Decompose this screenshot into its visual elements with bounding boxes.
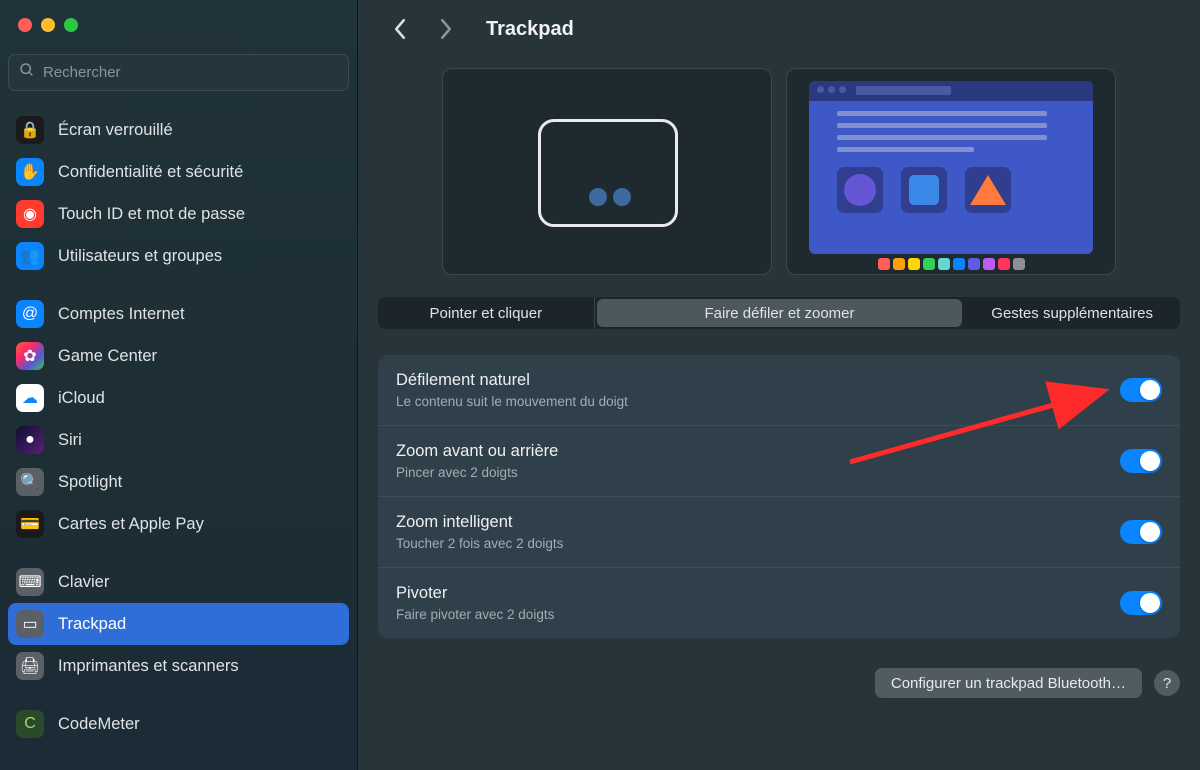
tab-pointer-et-cliquer[interactable]: Pointer et cliquer [378, 297, 595, 329]
sidebar-item-clavier[interactable]: ⌨ Clavier [8, 561, 349, 603]
setting-row-zoom-avant-ou-arri-re: Zoom avant ou arrière Pincer avec 2 doigt… [378, 426, 1180, 497]
sidebar-item-label: Imprimantes et scanners [58, 657, 239, 676]
trackpad-icon: ▭ [16, 610, 44, 638]
sidebar-item-touch-id-et-mot-de-passe[interactable]: ◉ Touch ID et mot de passe [8, 193, 349, 235]
spotlight-icon: 🔍 [16, 468, 44, 496]
hand-icon: ✋ [16, 158, 44, 186]
settings-tabs: Pointer et cliquerFaire défiler et zoome… [378, 297, 1180, 329]
sidebar-item-imprimantes-et-scanners[interactable]: 🖨 Imprimantes et scanners [8, 645, 349, 687]
internet-icon: @ [16, 300, 44, 328]
sidebar: 🔒 Écran verrouillé ✋ Confidentialité et séc… [0, 0, 358, 770]
sidebar-list: 🔒 Écran verrouillé ✋ Confidentialité et séc… [0, 109, 357, 770]
sidebar-item-label: CodeMeter [58, 715, 140, 734]
title-bar: Trackpad [378, 0, 1180, 58]
trackpad-outline-icon [538, 119, 678, 227]
configure-bluetooth-trackpad-button[interactable]: Configurer un trackpad Bluetooth… [875, 668, 1142, 698]
sidebar-item-label: Clavier [58, 573, 109, 592]
setting-title: Pivoter [396, 584, 1120, 603]
sidebar-item-label: Écran verrouillé [58, 121, 173, 140]
setting-subtitle: Faire pivoter avec 2 doigts [396, 607, 1120, 622]
sidebar-item-label: Touch ID et mot de passe [58, 205, 245, 224]
trackpad-preview [442, 68, 772, 275]
sidebar-item-label: Siri [58, 431, 82, 450]
sidebar-item-siri[interactable]: ● Siri [8, 419, 349, 461]
toggle-switch[interactable] [1120, 449, 1162, 473]
sidebar-item-trackpad[interactable]: ▭ Trackpad [8, 603, 349, 645]
sidebar-item-comptes-internet[interactable]: @ Comptes Internet [8, 293, 349, 335]
finger-dot-icon [613, 188, 631, 206]
search-input[interactable] [43, 64, 338, 81]
setting-row-zoom-intelligent: Zoom intelligent Toucher 2 fois avec 2 do… [378, 497, 1180, 568]
window-controls [0, 18, 357, 32]
setting-subtitle: Toucher 2 fois avec 2 doigts [396, 536, 1120, 551]
toggle-switch[interactable] [1120, 591, 1162, 615]
tab-gestes-suppl-mentaires[interactable]: Gestes supplémentaires [964, 297, 1180, 329]
search-icon [19, 62, 35, 83]
forward-button[interactable] [432, 13, 460, 45]
gesture-previews [378, 68, 1180, 275]
codemeter-icon: C [16, 710, 44, 738]
printer-icon: 🖨 [16, 652, 44, 680]
minimize-window-button[interactable] [41, 18, 55, 32]
sidebar-item-label: Utilisateurs et groupes [58, 247, 222, 266]
sidebar-item--cran-verrouill-[interactable]: 🔒 Écran verrouillé [8, 109, 349, 151]
sidebar-item-icloud[interactable]: ☁ iCloud [8, 377, 349, 419]
lock-icon: 🔒 [16, 116, 44, 144]
touch-icon: ◉ [16, 200, 44, 228]
sidebar-item-label: Comptes Internet [58, 305, 185, 324]
setting-title: Zoom avant ou arrière [396, 442, 1120, 461]
setting-title: Zoom intelligent [396, 513, 1120, 532]
search-field[interactable] [8, 54, 349, 91]
setting-subtitle: Le contenu suit le mouvement du doigt [396, 394, 1120, 409]
sidebar-item-codemeter[interactable]: C CodeMeter [8, 703, 349, 745]
sidebar-item-game-center[interactable]: ✿ Game Center [8, 335, 349, 377]
sidebar-item-label: Trackpad [58, 615, 126, 634]
close-window-button[interactable] [18, 18, 32, 32]
sample-window-icon [809, 81, 1093, 254]
sidebar-item-label: Spotlight [58, 473, 122, 492]
setting-title: Défilement naturel [396, 371, 1120, 390]
setting-row-d-filement-naturel: Défilement naturel Le contenu suit le mou… [378, 355, 1180, 426]
back-button[interactable] [386, 13, 414, 45]
setting-row-pivoter: Pivoter Faire pivoter avec 2 doigts [378, 568, 1180, 638]
sidebar-item-cartes-et-apple-pay[interactable]: 💳 Cartes et Apple Pay [8, 503, 349, 545]
page-title: Trackpad [486, 18, 574, 41]
finger-dot-icon [589, 188, 607, 206]
toggle-switch[interactable] [1120, 378, 1162, 402]
sidebar-item-label: Cartes et Apple Pay [58, 515, 204, 534]
main-pane: Trackpad [358, 0, 1200, 770]
icloud-icon: ☁ [16, 384, 44, 412]
wallet-icon: 💳 [16, 510, 44, 538]
keyboard-icon: ⌨ [16, 568, 44, 596]
help-button[interactable]: ? [1154, 670, 1180, 696]
toggle-switch[interactable] [1120, 520, 1162, 544]
sidebar-item-spotlight[interactable]: 🔍 Spotlight [8, 461, 349, 503]
sample-dock-icon [787, 258, 1115, 270]
sidebar-item-label: Confidentialité et sécurité [58, 163, 243, 182]
setting-subtitle: Pincer avec 2 doigts [396, 465, 1120, 480]
zoom-window-button[interactable] [64, 18, 78, 32]
gamecenter-icon: ✿ [16, 342, 44, 370]
siri-icon: ● [16, 426, 44, 454]
users-icon: 👥 [16, 242, 44, 270]
sidebar-item-confidentialit-et-s-curit-[interactable]: ✋ Confidentialité et sécurité [8, 151, 349, 193]
sidebar-item-utilisateurs-et-groupes[interactable]: 👥 Utilisateurs et groupes [8, 235, 349, 277]
sidebar-item-label: Game Center [58, 347, 157, 366]
footer: Configurer un trackpad Bluetooth… ? [378, 668, 1180, 698]
settings-list: Défilement naturel Le contenu suit le mou… [378, 355, 1180, 638]
sidebar-item-label: iCloud [58, 389, 105, 408]
tab-faire-d-filer-et-zoomer[interactable]: Faire défiler et zoomer [597, 299, 963, 327]
desktop-preview [786, 68, 1116, 275]
